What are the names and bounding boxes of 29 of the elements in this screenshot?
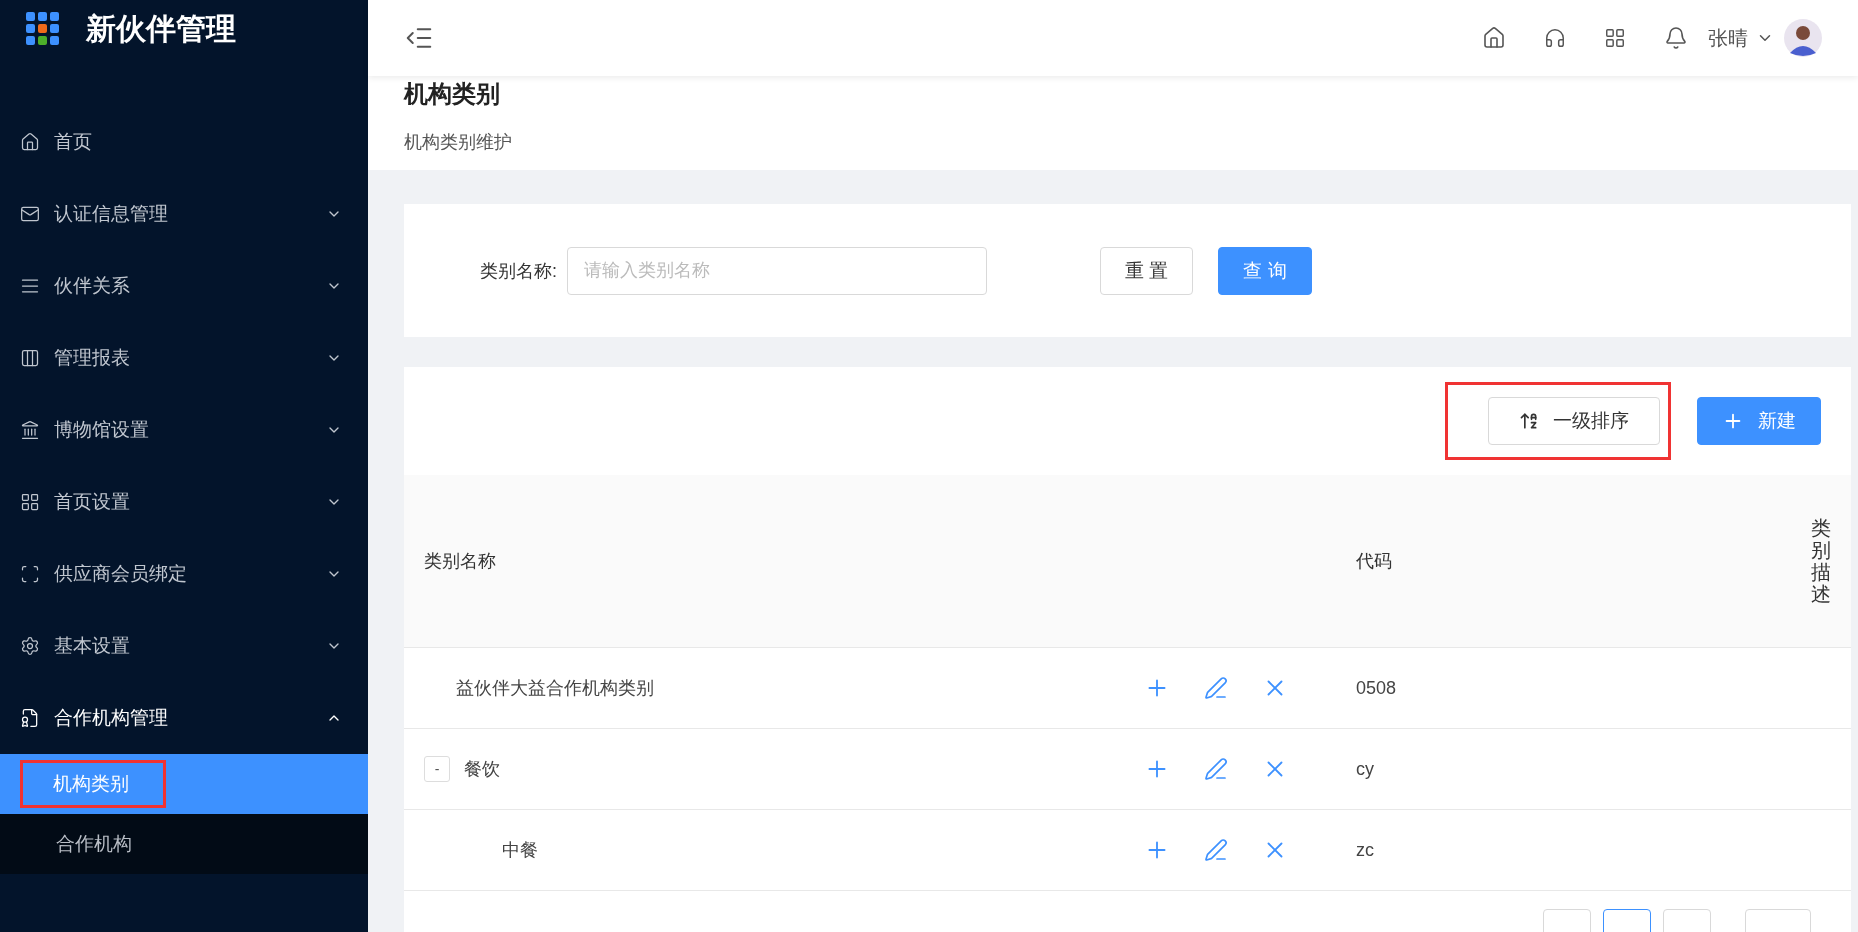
- column-header: 类别名称: [404, 475, 1144, 648]
- subitem-label: 机构类别: [53, 772, 129, 796]
- sidebar-item[interactable]: 博物馆设置: [0, 394, 368, 466]
- category-name: 中餐: [502, 839, 538, 862]
- sidebar-item[interactable]: 认证信息管理: [0, 178, 368, 250]
- reset-button[interactable]: 重 置: [1100, 246, 1194, 295]
- field-label: 类别名称:: [480, 259, 557, 283]
- sidebar-item[interactable]: 伙伴关系: [0, 250, 368, 322]
- user-name[interactable]: 张晴: [1708, 24, 1748, 52]
- category-name: 益伙伴大益合作机构类别: [456, 677, 654, 700]
- page-subtitle: 机构类别维护: [404, 131, 513, 154]
- category-name: 餐饮: [464, 758, 500, 781]
- column-header: 代码: [1334, 475, 1795, 648]
- page-title: 机构类别: [404, 79, 501, 109]
- sidebar-item[interactable]: 供应商会员绑定: [0, 538, 368, 610]
- input-field[interactable]: 请输入类别名称: [567, 246, 987, 295]
- sidebar-subitem[interactable]: 合作机构: [0, 814, 368, 874]
- code-text: 0508: [1356, 677, 1397, 699]
- collapse-toggle[interactable]: -: [424, 756, 450, 782]
- column-header: 类别描述: [1811, 517, 1831, 605]
- code-text: zc: [1356, 839, 1374, 861]
- sidebar-item[interactable]: 基本设置: [0, 610, 368, 682]
- sidebar-item[interactable]: 首页设置: [0, 466, 368, 538]
- sidebar-item[interactable]: 合作机构管理: [0, 682, 368, 754]
- sidebar-item[interactable]: 管理报表: [0, 322, 368, 394]
- sort-button[interactable]: 一级排序: [1488, 397, 1660, 445]
- code-text: cy: [1356, 758, 1374, 780]
- app-title: 新伙伴管理: [86, 10, 236, 47]
- sidebar-item[interactable]: 首页: [0, 106, 368, 178]
